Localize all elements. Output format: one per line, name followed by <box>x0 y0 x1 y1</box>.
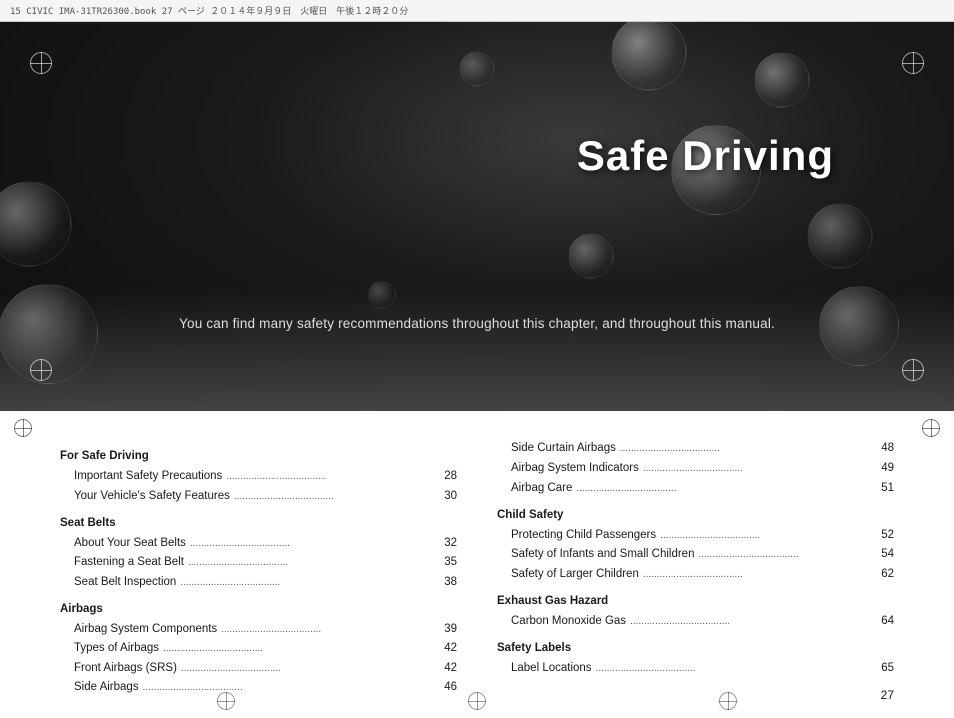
toc-item-dots: .................................... <box>641 460 879 477</box>
hero-ground <box>0 291 954 411</box>
toc-item-page: 54 <box>881 545 894 565</box>
toc-item-dots: .................................... <box>186 554 442 571</box>
toc-item-dots: .................................... <box>161 640 442 657</box>
toc-item-page: 32 <box>444 534 457 554</box>
toc-item-dots: .................................... <box>179 660 442 677</box>
toc-item-dots: .................................... <box>594 660 880 677</box>
toc-item: About Your Seat Belts...................… <box>60 534 457 554</box>
toc-left-column: For Safe DrivingImportant Safety Precaut… <box>60 439 457 698</box>
toc-item-page: 51 <box>881 479 894 499</box>
toc-item-dots: .................................... <box>232 488 442 505</box>
toc-item: Label Locations.........................… <box>497 659 894 679</box>
crosshair-bottom-left <box>30 359 52 381</box>
toc-item-page: 49 <box>881 459 894 479</box>
toc-item-label: Seat Belt Inspection <box>74 573 176 593</box>
toc-item-dots: .................................... <box>224 468 442 485</box>
toc-item-dots: .................................... <box>628 613 879 630</box>
toc-item-label: Important Safety Precautions <box>74 467 222 487</box>
toc-item-page: 42 <box>444 639 457 659</box>
toc-item-page: 48 <box>881 439 894 459</box>
toc-item-label: Carbon Monoxide Gas <box>511 612 626 632</box>
toc-item-dots: .................................... <box>219 621 442 638</box>
toc-item: Seat Belt Inspection....................… <box>60 573 457 593</box>
toc-item-page: 38 <box>444 573 457 593</box>
toc-item-dots: .................................... <box>178 574 442 591</box>
bottom-crosshairs <box>0 692 954 710</box>
content-crosshair-tl <box>14 419 32 437</box>
toc-item: Fastening a Seat Belt...................… <box>60 553 457 573</box>
toc-item-dots: .................................... <box>188 535 442 552</box>
toc-item-label: Your Vehicle's Safety Features <box>74 487 230 507</box>
bokeh-bubble <box>569 233 614 278</box>
toc-item-page: 65 <box>881 659 894 679</box>
toc-section-header: Exhaust Gas Hazard <box>497 592 894 612</box>
toc-item-label: About Your Seat Belts <box>74 534 186 554</box>
toc-item-label: Side Curtain Airbags <box>511 439 616 459</box>
toc-item-page: 30 <box>444 487 457 507</box>
toc-item-page: 52 <box>881 526 894 546</box>
toc-item-page: 62 <box>881 565 894 585</box>
toc-item: Safety of Larger Children...............… <box>497 565 894 585</box>
toc-section: For Safe DrivingImportant Safety Precaut… <box>0 411 954 718</box>
hero-subtitle: You can find many safety recommendations… <box>0 316 954 331</box>
toc-item: Carbon Monoxide Gas.....................… <box>497 612 894 632</box>
toc-item-label: Safety of Larger Children <box>511 565 639 585</box>
toc-section-header: For Safe Driving <box>60 447 457 467</box>
toc-item-label: Protecting Child Passengers <box>511 526 656 546</box>
crosshair-bottom-right <box>902 359 924 381</box>
toc-item-label: Safety of Infants and Small Children <box>511 545 694 565</box>
toc-section-header: Child Safety <box>497 506 894 526</box>
crosshair-top-left <box>30 52 52 74</box>
toc-section-header: Seat Belts <box>60 514 457 534</box>
hero-section: Safe Driving You can find many safety re… <box>0 22 954 411</box>
toc-item-label: Airbag Care <box>511 479 572 499</box>
toc-item-dots: .................................... <box>574 480 879 497</box>
crosshair-bottom-3 <box>719 692 737 710</box>
toc-item-dots: .................................... <box>696 546 879 563</box>
toc-item-label: Label Locations <box>511 659 592 679</box>
toc-item-label: Front Airbags (SRS) <box>74 659 177 679</box>
toc-item-label: Types of Airbags <box>74 639 159 659</box>
toc-section-header: Airbags <box>60 600 457 620</box>
toc-item: Important Safety Precautions............… <box>60 467 457 487</box>
toc-item: Types of Airbags........................… <box>60 639 457 659</box>
toc-item-dots: .................................... <box>618 440 879 457</box>
bokeh-bubble <box>755 53 810 108</box>
toc-item-dots: .................................... <box>658 527 879 544</box>
toc-item-page: 28 <box>444 467 457 487</box>
hero-title: Safe Driving <box>577 132 834 180</box>
toc-item: Airbag System Components................… <box>60 620 457 640</box>
toc-item-page: 64 <box>881 612 894 632</box>
toc-item: Airbag System Indicators................… <box>497 459 894 479</box>
toc-item: Airbag Care.............................… <box>497 479 894 499</box>
toc-item-label: Fastening a Seat Belt <box>74 553 184 573</box>
toc-item-dots: .................................... <box>641 566 879 583</box>
bokeh-bubble <box>460 51 495 86</box>
toc-item-label: Airbag System Indicators <box>511 459 639 479</box>
crosshair-bottom-2 <box>468 692 486 710</box>
toc-right-column: Side Curtain Airbags....................… <box>497 439 894 698</box>
toc-item: Safety of Infants and Small Children....… <box>497 545 894 565</box>
content-crosshair-tr <box>922 419 940 437</box>
toc-item: Protecting Child Passengers.............… <box>497 526 894 546</box>
toc-item-page: 35 <box>444 553 457 573</box>
crosshair-bottom-1 <box>217 692 235 710</box>
toc-item: Your Vehicle's Safety Features..........… <box>60 487 457 507</box>
crosshair-top-right <box>902 52 924 74</box>
toc-item-label: Airbag System Components <box>74 620 217 640</box>
bokeh-bubble <box>368 281 396 309</box>
toc-item: Front Airbags (SRS).....................… <box>60 659 457 679</box>
toc-item-page: 42 <box>444 659 457 679</box>
toc-item: Side Curtain Airbags....................… <box>497 439 894 459</box>
bokeh-bubble <box>807 204 872 269</box>
toc-section-header: Safety Labels <box>497 639 894 659</box>
scanner-line: 15 CIVIC IMA-31TR26300.book 27 ページ ２０１４年… <box>0 0 954 22</box>
toc-item-page: 39 <box>444 620 457 640</box>
